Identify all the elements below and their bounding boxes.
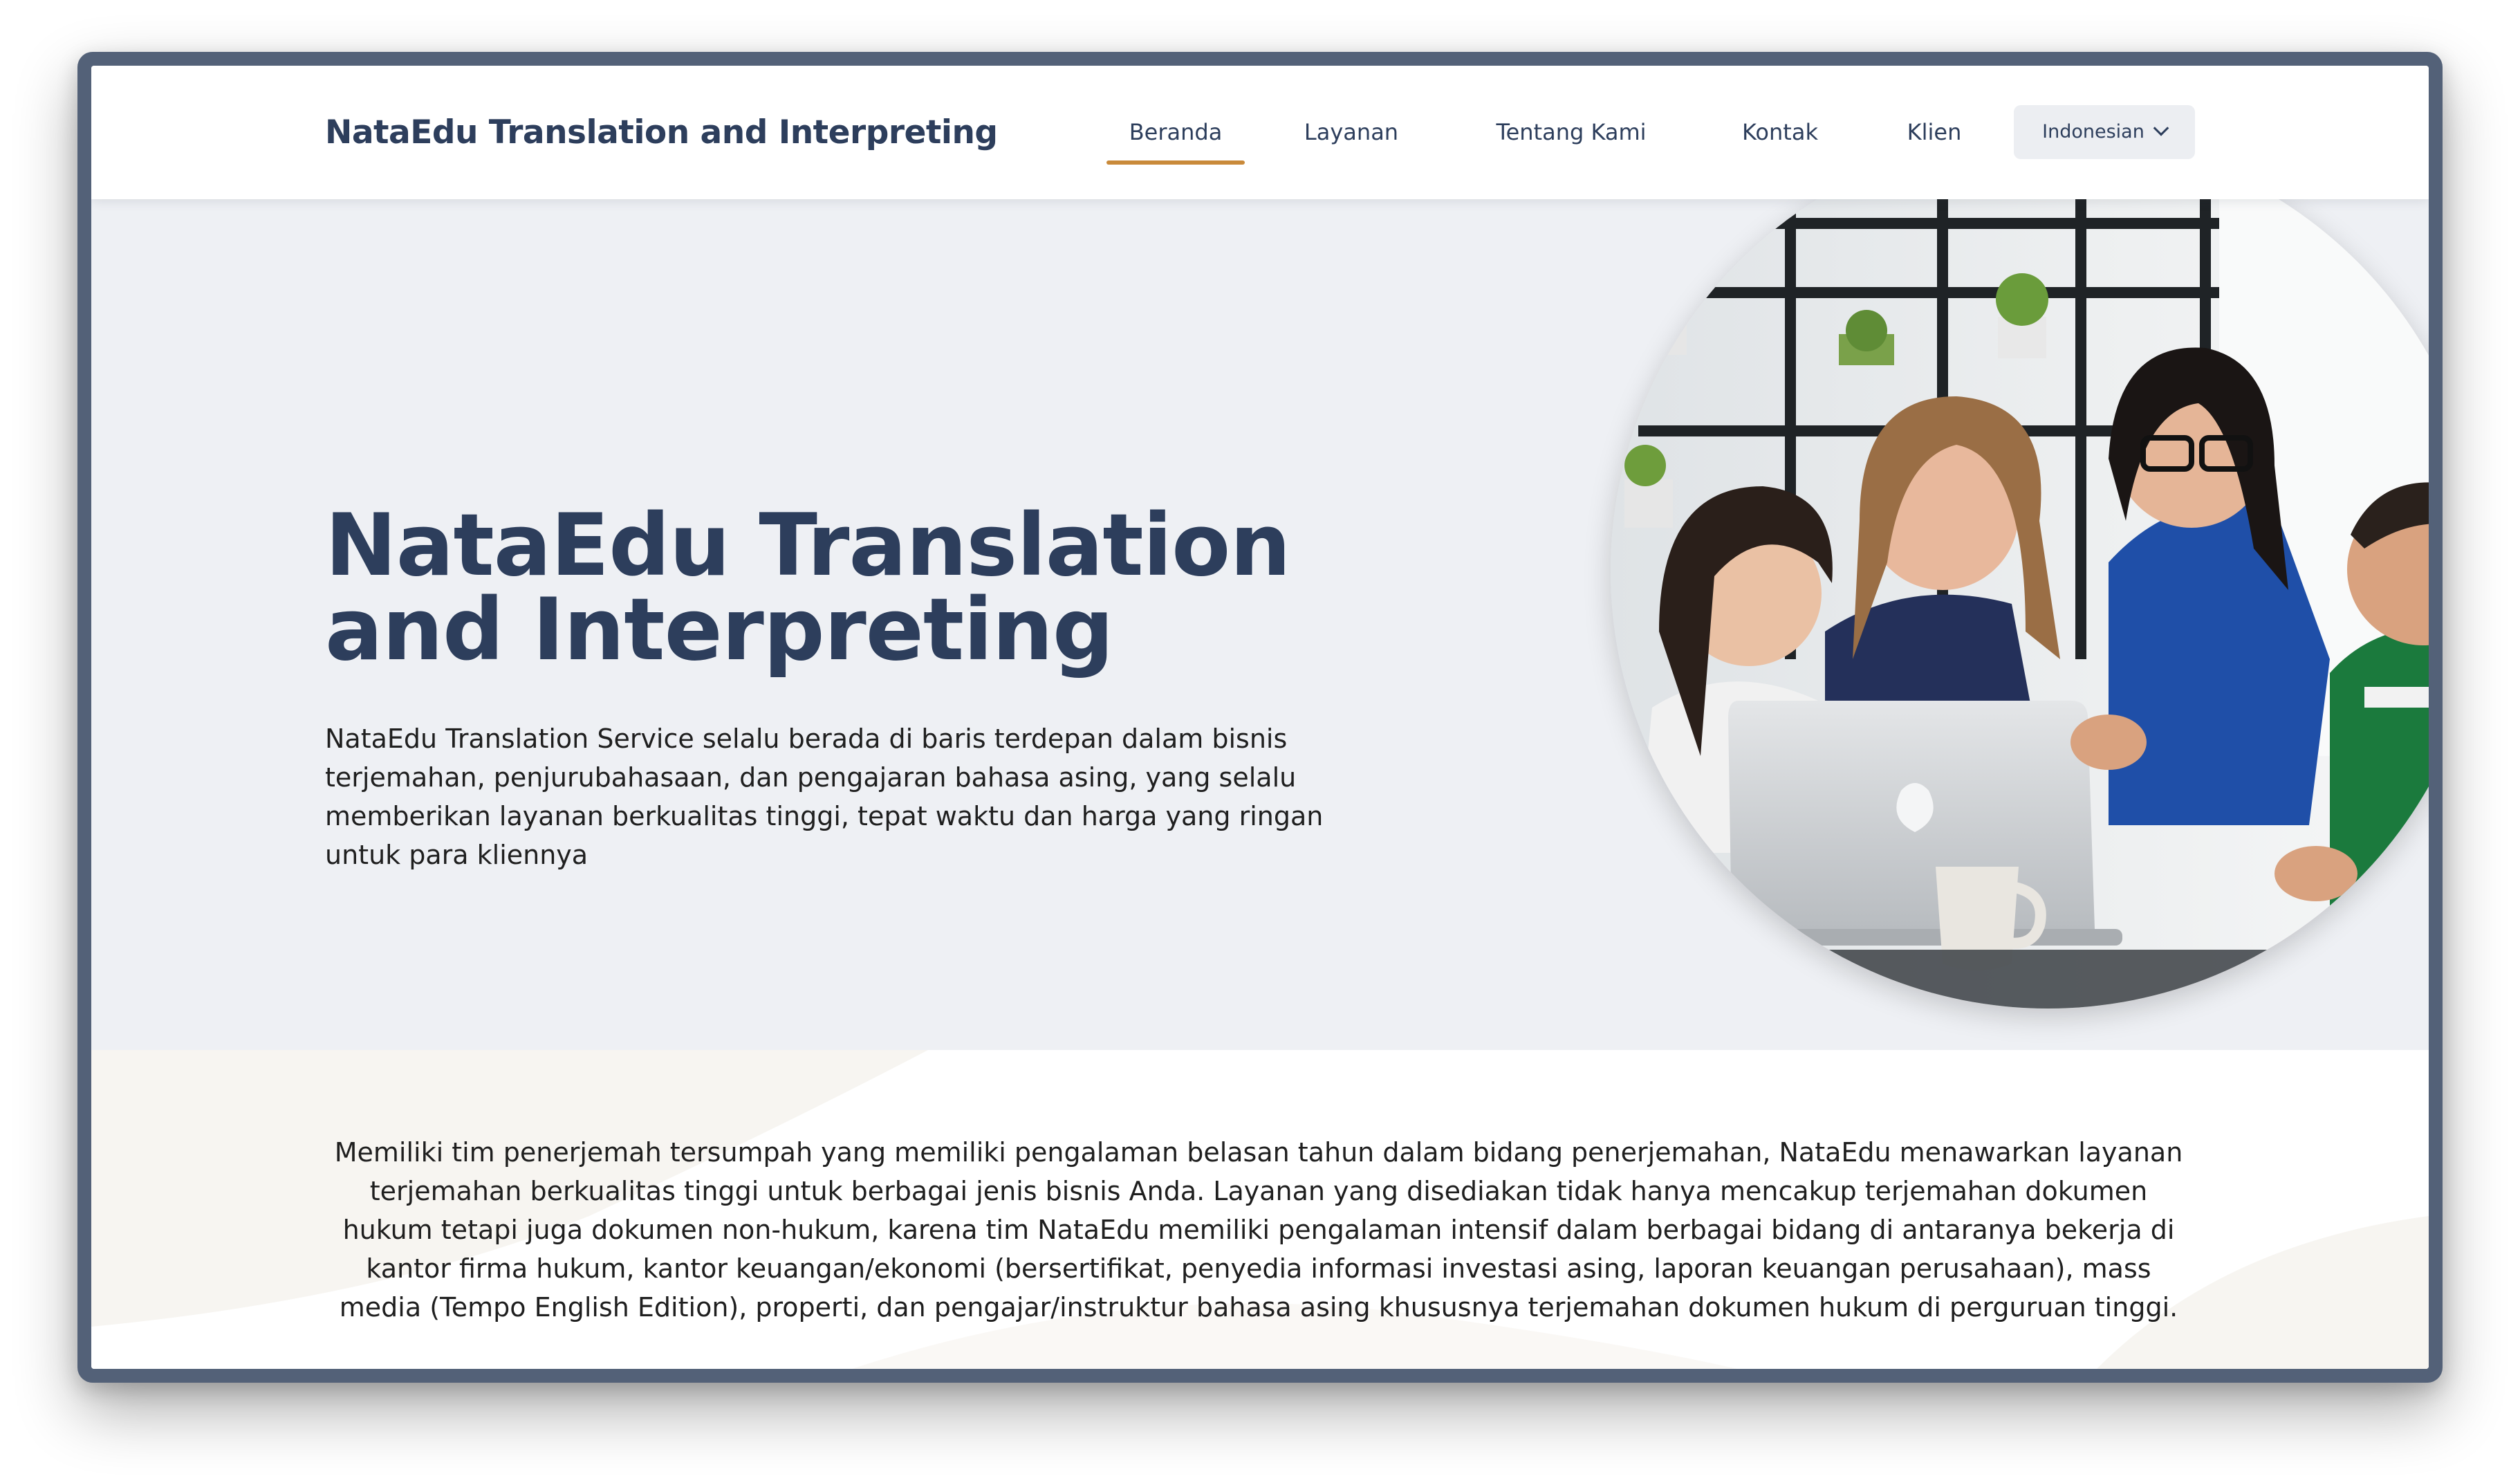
hero-description: NataEdu Translation Service selalu berad…	[325, 724, 1324, 870]
hero-section: NataEdu Translation and Interpreting Nat…	[91, 199, 2429, 1050]
chevron-down-icon	[2153, 120, 2169, 136]
nav-kontak[interactable]: Kontak	[1711, 66, 1849, 199]
nav-klien[interactable]: Klien	[1875, 66, 1993, 199]
about-section: Memiliki tim penerjemah tersumpah yang m…	[91, 1050, 2429, 1369]
nav-layanan[interactable]: Layanan	[1278, 66, 1425, 199]
language-selected: Indonesian	[2042, 121, 2144, 142]
browser-window: NataEdu Translation and Interpreting Ber…	[77, 52, 2443, 1383]
brand-logo[interactable]: NataEdu Translation and Interpreting	[325, 66, 998, 199]
nav-beranda[interactable]: Beranda	[1106, 66, 1245, 199]
page-viewport: NataEdu Translation and Interpreting Ber…	[91, 66, 2429, 1369]
team-laptop-photo	[1611, 199, 2429, 1008]
hero-title-line2: and Interpreting	[325, 580, 1114, 680]
language-selector[interactable]: Indonesian	[2014, 105, 2195, 159]
navbar: NataEdu Translation and Interpreting Ber…	[91, 66, 2429, 199]
about-description: Memiliki tim penerjemah tersumpah yang m…	[334, 1137, 2183, 1323]
hero-title: NataEdu Translation and Interpreting	[325, 503, 1362, 673]
nav-tentang-kami[interactable]: Tentang Kami	[1467, 66, 1675, 199]
